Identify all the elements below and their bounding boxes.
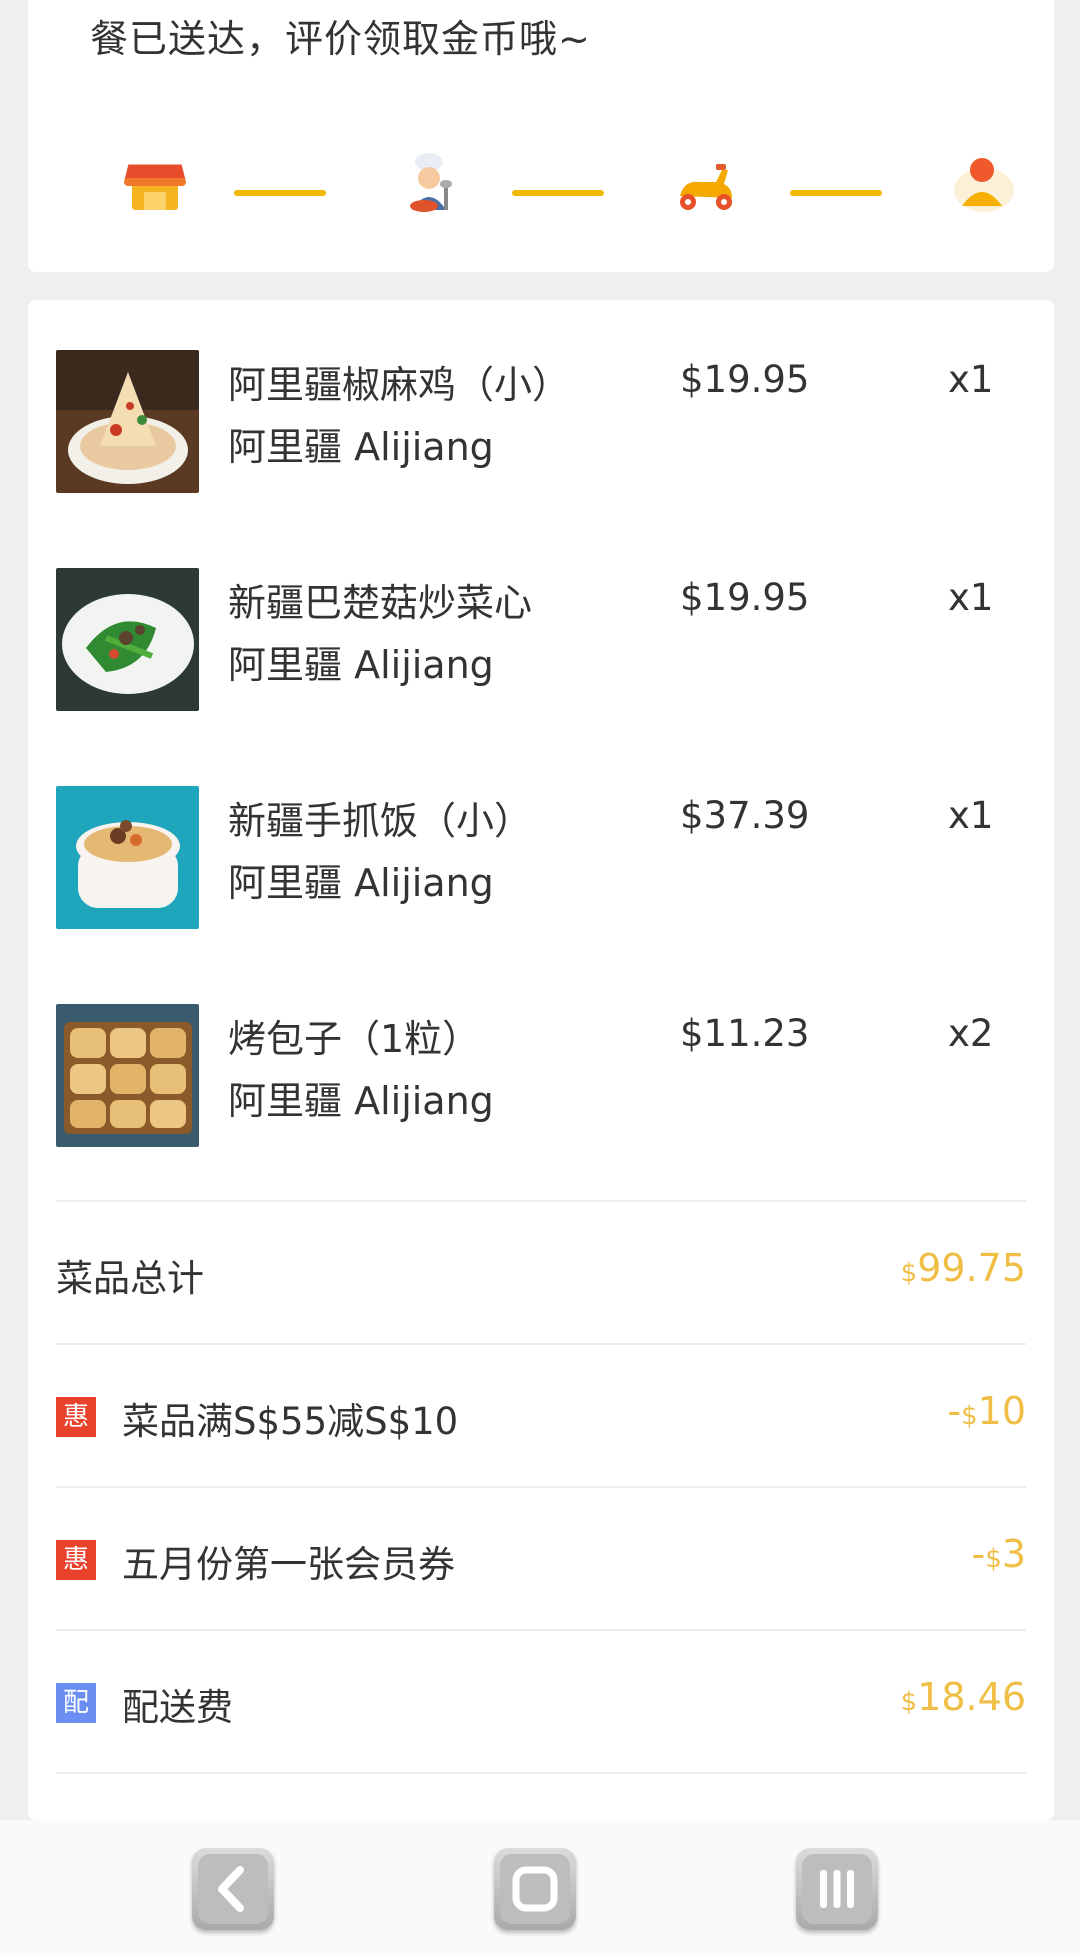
status-message: 餐已送达，评价领取金币哦~ <box>90 17 591 61</box>
discount-label: 菜品满S$55减S$10 <box>122 1400 459 1443</box>
order-item[interactable]: 新疆手抓饭（小） 阿里疆 Alijiang $37.39 x1 <box>56 786 1026 931</box>
progress-line-3 <box>790 190 882 196</box>
order-detail-page: 餐已送达，评价领取金币哦~ 阿里疆椒麻鸡（小） 阿里疆 Alijiang $19… <box>0 0 1080 1955</box>
progress-line-2 <box>512 190 604 196</box>
coupon-badge: 惠 <box>56 1540 96 1580</box>
subtotal-value: $99.75 <box>900 1246 1026 1290</box>
order-item[interactable]: 新疆巴楚菇炒菜心 阿里疆 Alijiang $19.95 x1 <box>56 568 1026 713</box>
delivery-fee-row: 配 配送费 $18.46 <box>56 1629 1026 1774</box>
discount-badge: 惠 <box>56 1397 96 1437</box>
home-icon <box>500 1854 570 1924</box>
store-icon <box>120 150 190 220</box>
system-nav-bar <box>0 1820 1080 1955</box>
delivery-fee-label: 配送费 <box>122 1686 233 1729</box>
discount-row: 惠 菜品满S$55减S$10 -$10 <box>56 1343 1026 1488</box>
stir-fried-greens-thumbnail <box>56 568 199 711</box>
item-quantity: x1 <box>948 794 994 837</box>
delivery-status-card: 餐已送达，评价领取金币哦~ <box>28 0 1054 272</box>
chef-icon <box>394 150 464 220</box>
delivery-badge: 配 <box>56 1683 96 1723</box>
baked-buns-thumbnail <box>56 1004 199 1147</box>
coupon-value: -$3 <box>971 1532 1026 1576</box>
back-button[interactable] <box>192 1848 274 1930</box>
item-price: $11.23 <box>680 1012 810 1055</box>
item-name: 新疆巴楚菇炒菜心 <box>228 581 533 625</box>
scooter-icon <box>670 150 740 220</box>
order-item[interactable]: 阿里疆椒麻鸡（小） 阿里疆 Alijiang $19.95 x1 <box>56 350 1026 495</box>
item-shop: 阿里疆 Alijiang <box>228 861 494 905</box>
item-quantity: x2 <box>948 1012 994 1055</box>
item-shop: 阿里疆 Alijiang <box>228 1079 494 1123</box>
recents-icon <box>802 1854 872 1924</box>
delivery-progress <box>98 150 1038 230</box>
subtotal-row: 菜品总计 $99.75 <box>56 1200 1026 1345</box>
item-name: 新疆手抓饭（小） <box>228 799 533 843</box>
order-item[interactable]: 烤包子（1粒） 阿里疆 Alijiang $11.23 x2 <box>56 1004 1026 1149</box>
order-items-card: 阿里疆椒麻鸡（小） 阿里疆 Alijiang $19.95 x1 新疆巴楚菇炒菜… <box>28 300 1054 1820</box>
coupon-row: 惠 五月份第一张会员券 -$3 <box>56 1486 1026 1631</box>
subtotal-label: 菜品总计 <box>56 1257 204 1300</box>
home-button[interactable] <box>494 1848 576 1930</box>
delivery-fee-value: $18.46 <box>900 1675 1026 1719</box>
item-price: $19.95 <box>680 576 810 619</box>
item-price: $37.39 <box>680 794 810 837</box>
item-shop: 阿里疆 Alijiang <box>228 425 494 469</box>
item-name: 阿里疆椒麻鸡（小） <box>228 363 571 407</box>
divider <box>56 1772 1026 1814</box>
discount-value: -$10 <box>947 1389 1026 1433</box>
pilaf-rice-thumbnail <box>56 786 199 929</box>
progress-line-1 <box>234 190 326 196</box>
recents-button[interactable] <box>796 1848 878 1930</box>
item-name: 烤包子（1粒） <box>228 1017 481 1061</box>
coupon-label: 五月份第一张会员券 <box>122 1543 455 1586</box>
item-quantity: x1 <box>948 358 994 401</box>
item-price: $19.95 <box>680 358 810 401</box>
customer-icon <box>948 150 1018 220</box>
back-icon <box>198 1854 268 1924</box>
item-shop: 阿里疆 Alijiang <box>228 643 494 687</box>
spicy-chicken-thumbnail <box>56 350 199 493</box>
item-quantity: x1 <box>948 576 994 619</box>
